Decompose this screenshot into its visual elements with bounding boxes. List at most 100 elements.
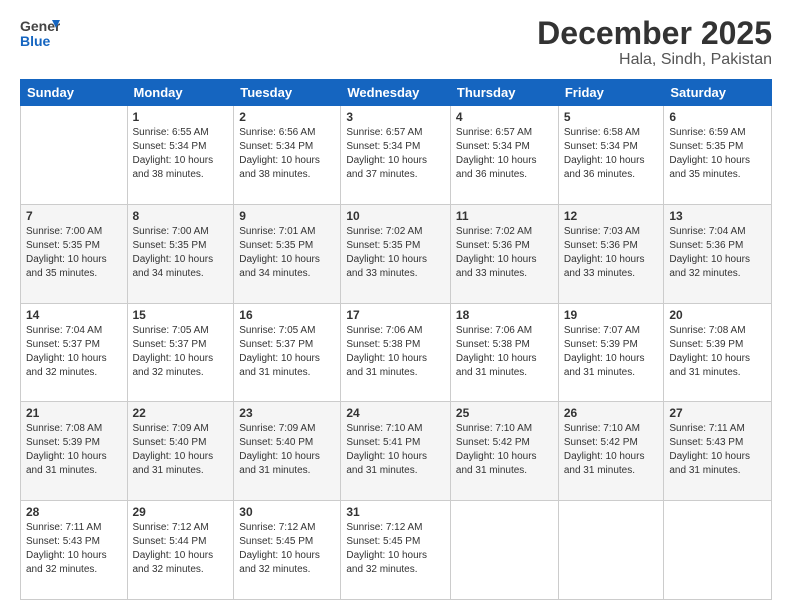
day-number: 1 xyxy=(133,110,229,124)
day-info: Sunrise: 7:05 AM Sunset: 5:37 PM Dayligh… xyxy=(239,324,335,380)
day-number: 16 xyxy=(239,308,335,322)
calendar-cell: 20Sunrise: 7:08 AM Sunset: 5:39 PM Dayli… xyxy=(664,303,772,402)
day-number: 10 xyxy=(346,209,445,223)
week-row-4: 28 Sunrise: 7:11 AM Sunset: 5:43 PM Dayli… xyxy=(21,501,772,600)
calendar-cell: 31Sunrise: 7:12 AM Sunset: 5:45 PM Dayli… xyxy=(341,501,451,600)
calendar-cell: 2 Sunrise: 6:56 AM Sunset: 5:34 PM Daylig… xyxy=(234,106,341,205)
day-number: 12 xyxy=(564,209,659,223)
header: General Blue December 2025 Hala, Sindh, … xyxy=(20,16,772,69)
calendar-cell: 17 Sunrise: 7:06 AM Sunset: 5:38 PM Dayli… xyxy=(341,303,451,402)
calendar-cell: 26 Sunrise: 7:10 AM Sunset: 5:42 PM Dayli… xyxy=(558,402,664,501)
day-number: 7 xyxy=(26,209,122,223)
day-info: Sunrise: 7:04 AM Sunset: 5:36 PM Dayligh… xyxy=(669,225,766,281)
day-info: Sunrise: 7:09 AM Sunset: 5:40 PM Dayligh… xyxy=(239,422,335,478)
calendar-cell: 22 Sunrise: 7:09 AM Sunset: 5:40 PM Dayli… xyxy=(127,402,234,501)
day-info: Sunrise: 6:55 AM Sunset: 5:34 PM Dayligh… xyxy=(133,126,229,182)
day-info: Sunrise: 7:04 AM Sunset: 5:37 PM Dayligh… xyxy=(26,324,122,380)
calendar-cell xyxy=(664,501,772,600)
day-number: 2 xyxy=(239,110,335,124)
title-block: December 2025 Hala, Sindh, Pakistan xyxy=(537,16,772,69)
calendar-cell: 7 Sunrise: 7:00 AM Sunset: 5:35 PM Daylig… xyxy=(21,204,128,303)
day-info: Sunrise: 7:00 AM Sunset: 5:35 PM Dayligh… xyxy=(133,225,229,281)
day-number: 29 xyxy=(133,505,229,519)
calendar-cell: 6Sunrise: 6:59 AM Sunset: 5:35 PM Daylig… xyxy=(664,106,772,205)
day-info: Sunrise: 7:08 AM Sunset: 5:39 PM Dayligh… xyxy=(669,324,766,380)
calendar-cell: 10Sunrise: 7:02 AM Sunset: 5:35 PM Dayli… xyxy=(341,204,451,303)
calendar-cell: 27 Sunrise: 7:11 AM Sunset: 5:43 PM Dayli… xyxy=(664,402,772,501)
calendar-cell: 5 Sunrise: 6:58 AM Sunset: 5:34 PM Daylig… xyxy=(558,106,664,205)
weekday-sunday: Sunday xyxy=(21,80,128,106)
page-title: December 2025 xyxy=(537,16,772,51)
calendar-cell: 28 Sunrise: 7:11 AM Sunset: 5:43 PM Dayli… xyxy=(21,501,128,600)
day-number: 5 xyxy=(564,110,659,124)
week-row-1: 7 Sunrise: 7:00 AM Sunset: 5:35 PM Daylig… xyxy=(21,204,772,303)
day-info: Sunrise: 7:11 AM Sunset: 5:43 PM Dayligh… xyxy=(669,422,766,478)
day-info: Sunrise: 7:09 AM Sunset: 5:40 PM Dayligh… xyxy=(133,422,229,478)
calendar-cell: 30 Sunrise: 7:12 AM Sunset: 5:45 PM Dayli… xyxy=(234,501,341,600)
day-info: Sunrise: 6:58 AM Sunset: 5:34 PM Dayligh… xyxy=(564,126,659,182)
day-info: Sunrise: 7:07 AM Sunset: 5:39 PM Dayligh… xyxy=(564,324,659,380)
calendar-cell: 4 Sunrise: 6:57 AM Sunset: 5:34 PM Daylig… xyxy=(450,106,558,205)
day-number: 21 xyxy=(26,406,122,420)
day-number: 3 xyxy=(346,110,445,124)
day-info: Sunrise: 6:57 AM Sunset: 5:34 PM Dayligh… xyxy=(346,126,445,182)
week-row-0: 1 Sunrise: 6:55 AM Sunset: 5:34 PM Daylig… xyxy=(21,106,772,205)
day-number: 14 xyxy=(26,308,122,322)
day-info: Sunrise: 6:56 AM Sunset: 5:34 PM Dayligh… xyxy=(239,126,335,182)
day-info: Sunrise: 7:01 AM Sunset: 5:35 PM Dayligh… xyxy=(239,225,335,281)
calendar-cell xyxy=(21,106,128,205)
calendar-cell: 8Sunrise: 7:00 AM Sunset: 5:35 PM Daylig… xyxy=(127,204,234,303)
day-number: 4 xyxy=(456,110,553,124)
day-number: 28 xyxy=(26,505,122,519)
day-info: Sunrise: 7:03 AM Sunset: 5:36 PM Dayligh… xyxy=(564,225,659,281)
day-info: Sunrise: 7:10 AM Sunset: 5:42 PM Dayligh… xyxy=(564,422,659,478)
day-info: Sunrise: 7:06 AM Sunset: 5:38 PM Dayligh… xyxy=(456,324,553,380)
day-info: Sunrise: 6:59 AM Sunset: 5:35 PM Dayligh… xyxy=(669,126,766,182)
calendar-table: SundayMondayTuesdayWednesdayThursdayFrid… xyxy=(20,79,772,600)
week-row-2: 14 Sunrise: 7:04 AM Sunset: 5:37 PM Dayli… xyxy=(21,303,772,402)
weekday-tuesday: Tuesday xyxy=(234,80,341,106)
calendar-cell: 21 Sunrise: 7:08 AM Sunset: 5:39 PM Dayli… xyxy=(21,402,128,501)
calendar-cell: 13 Sunrise: 7:04 AM Sunset: 5:36 PM Dayli… xyxy=(664,204,772,303)
calendar-cell xyxy=(450,501,558,600)
day-info: Sunrise: 7:10 AM Sunset: 5:42 PM Dayligh… xyxy=(456,422,553,478)
day-info: Sunrise: 7:12 AM Sunset: 5:45 PM Dayligh… xyxy=(346,521,445,577)
weekday-wednesday: Wednesday xyxy=(341,80,451,106)
day-number: 13 xyxy=(669,209,766,223)
day-info: Sunrise: 7:12 AM Sunset: 5:45 PM Dayligh… xyxy=(239,521,335,577)
calendar-cell: 18Sunrise: 7:06 AM Sunset: 5:38 PM Dayli… xyxy=(450,303,558,402)
day-number: 22 xyxy=(133,406,229,420)
calendar-cell: 12 Sunrise: 7:03 AM Sunset: 5:36 PM Dayli… xyxy=(558,204,664,303)
day-info: Sunrise: 6:57 AM Sunset: 5:34 PM Dayligh… xyxy=(456,126,553,182)
weekday-thursday: Thursday xyxy=(450,80,558,106)
calendar-cell: 16 Sunrise: 7:05 AM Sunset: 5:37 PM Dayli… xyxy=(234,303,341,402)
day-number: 27 xyxy=(669,406,766,420)
calendar-cell: 24 Sunrise: 7:10 AM Sunset: 5:41 PM Dayli… xyxy=(341,402,451,501)
calendar-cell: 1 Sunrise: 6:55 AM Sunset: 5:34 PM Daylig… xyxy=(127,106,234,205)
day-info: Sunrise: 7:02 AM Sunset: 5:36 PM Dayligh… xyxy=(456,225,553,281)
logo: General Blue xyxy=(20,16,60,52)
day-number: 26 xyxy=(564,406,659,420)
calendar-cell: 29Sunrise: 7:12 AM Sunset: 5:44 PM Dayli… xyxy=(127,501,234,600)
weekday-friday: Friday xyxy=(558,80,664,106)
day-number: 30 xyxy=(239,505,335,519)
calendar-cell: 14 Sunrise: 7:04 AM Sunset: 5:37 PM Dayli… xyxy=(21,303,128,402)
day-info: Sunrise: 7:06 AM Sunset: 5:38 PM Dayligh… xyxy=(346,324,445,380)
day-info: Sunrise: 7:11 AM Sunset: 5:43 PM Dayligh… xyxy=(26,521,122,577)
day-info: Sunrise: 7:08 AM Sunset: 5:39 PM Dayligh… xyxy=(26,422,122,478)
day-number: 17 xyxy=(346,308,445,322)
calendar-cell: 25Sunrise: 7:10 AM Sunset: 5:42 PM Dayli… xyxy=(450,402,558,501)
weekday-header-row: SundayMondayTuesdayWednesdayThursdayFrid… xyxy=(21,80,772,106)
day-number: 24 xyxy=(346,406,445,420)
day-number: 9 xyxy=(239,209,335,223)
day-info: Sunrise: 7:00 AM Sunset: 5:35 PM Dayligh… xyxy=(26,225,122,281)
day-info: Sunrise: 7:10 AM Sunset: 5:41 PM Dayligh… xyxy=(346,422,445,478)
weekday-monday: Monday xyxy=(127,80,234,106)
day-number: 15 xyxy=(133,308,229,322)
calendar-cell: 15 Sunrise: 7:05 AM Sunset: 5:37 PM Dayli… xyxy=(127,303,234,402)
svg-text:Blue: Blue xyxy=(20,33,51,49)
weekday-saturday: Saturday xyxy=(664,80,772,106)
calendar-cell: 19Sunrise: 7:07 AM Sunset: 5:39 PM Dayli… xyxy=(558,303,664,402)
day-info: Sunrise: 7:05 AM Sunset: 5:37 PM Dayligh… xyxy=(133,324,229,380)
page-subtitle: Hala, Sindh, Pakistan xyxy=(537,51,772,69)
